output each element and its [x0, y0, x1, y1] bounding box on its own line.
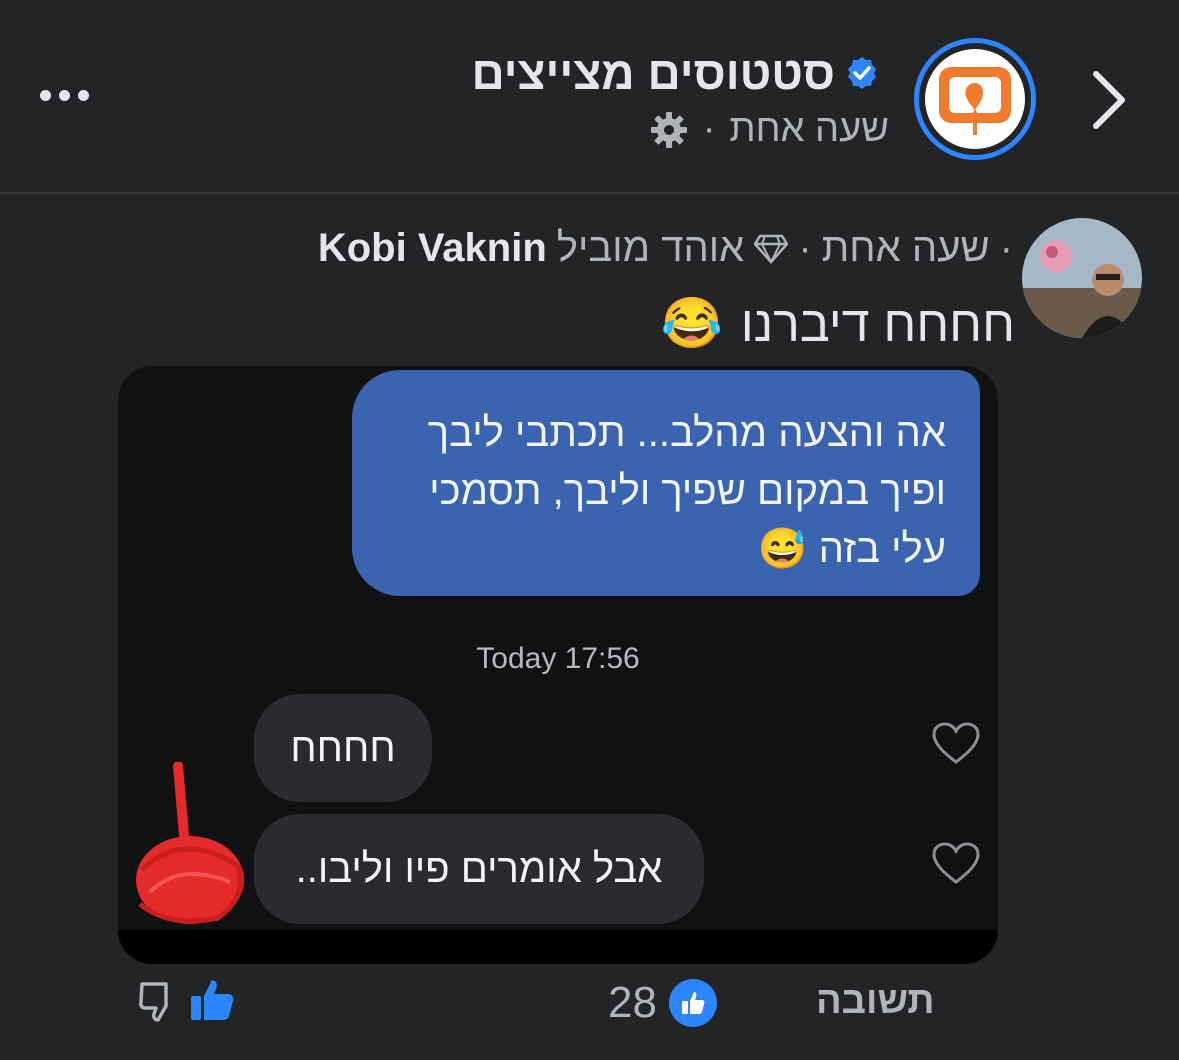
commenter-name[interactable]: Kobi Vaknin — [318, 226, 547, 271]
verified-icon — [848, 57, 876, 89]
dislike-icon[interactable] — [136, 976, 184, 1024]
page-name: סטטוסים מצייצים — [471, 47, 835, 99]
post-meta: שעה אחת · — [649, 108, 889, 151]
gear-icon — [650, 111, 687, 148]
comment-time: שעה אחת — [821, 226, 990, 270]
like-icon — [668, 979, 717, 1027]
attached-screenshot[interactable]: אה והצעה מהלב... תכתבי ליבך ופיך במקום ש… — [118, 366, 998, 964]
like-count[interactable]: 28 — [608, 978, 717, 1028]
heart-icon — [932, 722, 980, 764]
incoming-message: חחחח — [254, 694, 432, 802]
more-options-button[interactable] — [40, 70, 110, 120]
chat-timestamp: Today 17:56 — [476, 642, 640, 675]
back-button[interactable] — [1086, 68, 1132, 132]
comment-meta: · שעה אחת · אוהד מוביל Kobi Vaknin — [317, 226, 1013, 271]
reply-button[interactable]: תשובה — [816, 980, 935, 1023]
outgoing-message: אה והצעה מהלב... תכתבי ליבך ופיך במקום ש… — [352, 370, 980, 596]
incoming-message: אבל אומרים פיו וליבו.. — [254, 814, 704, 924]
fan-badge-label: אוהד מוביל — [556, 226, 745, 270]
heart-icon — [932, 842, 980, 884]
sweat-smile-emoji: 😅 — [757, 527, 808, 571]
red-scribble-redaction — [136, 762, 244, 924]
like-icon[interactable] — [188, 976, 236, 1024]
laughing-emoji: 😂 — [660, 295, 723, 351]
post-time: שעה אחת — [729, 108, 889, 150]
comment-text: חחחח דיברנו 😂 — [660, 295, 1015, 352]
bird-logo-icon — [939, 67, 1011, 135]
diamond-icon — [754, 234, 789, 264]
more-icon — [40, 89, 51, 101]
page-title[interactable]: סטטוסים מצייצים — [471, 46, 879, 100]
commenter-avatar[interactable] — [1022, 218, 1142, 338]
chevron-right-icon — [1093, 71, 1125, 129]
reaction-actions — [136, 974, 236, 1026]
page-avatar[interactable] — [914, 38, 1036, 160]
